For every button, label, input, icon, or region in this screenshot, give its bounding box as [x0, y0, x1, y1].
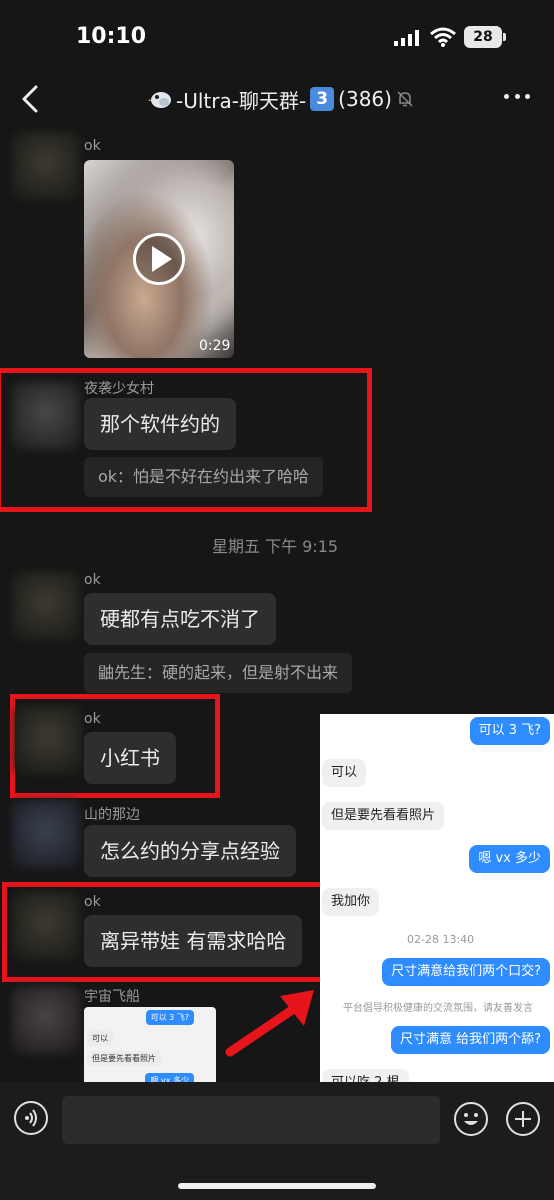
voice-waves [25, 1109, 37, 1127]
thumb-bubble: 可以 [87, 1031, 113, 1046]
sender-name: 宇宙飞船 [84, 989, 140, 1005]
play-triangle [152, 246, 172, 272]
sender-name: ok [84, 711, 101, 727]
overlay-bubble: 可以 3 飞? [469, 717, 550, 745]
group-number-badge: 3 [310, 87, 335, 111]
thumb-bubble: 但是要先看看照片 [87, 1051, 161, 1066]
message-input[interactable] [62, 1096, 440, 1144]
home-indicator[interactable] [178, 1183, 376, 1189]
add-attachment-icon[interactable] [506, 1102, 540, 1136]
timestamp: 星期五 下午 9:15 [212, 537, 339, 556]
sender-name: ok [84, 572, 101, 588]
message-bubble[interactable]: 小红书 [84, 732, 176, 784]
avatar[interactable] [12, 572, 80, 640]
video-duration: 0:29 [199, 338, 231, 354]
battery-tip [503, 33, 506, 41]
bird-emoji-icon [148, 92, 171, 108]
overlay-bubble: 尺寸满意 给我们两个舔? [390, 1026, 550, 1054]
more-options-icon[interactable] [504, 94, 530, 102]
image-message[interactable]: 可以 3 飞? 可以 但是要先看看照片 嗯 vx 多少 [84, 1007, 216, 1087]
message-bubble[interactable]: 那个软件约的 [84, 398, 236, 450]
avatar[interactable] [12, 800, 80, 868]
chat-title-text: -Ultra-聊天群- [176, 88, 307, 113]
overlay-bubble: 尺寸满意给我们两个口交? [382, 958, 550, 986]
member-count: (386) [338, 87, 392, 111]
overlay-bubble: 但是要先看看照片 [322, 802, 445, 830]
back-chevron-icon[interactable] [18, 84, 42, 114]
sender-name: ok [84, 894, 101, 910]
sender-name: ok [84, 138, 101, 154]
quoted-reply[interactable]: ok：怕是不好在约出来了哈哈 [84, 457, 324, 497]
cellular-signal-icon [394, 30, 419, 46]
avatar[interactable] [12, 892, 80, 960]
avatar[interactable] [12, 986, 80, 1054]
message-bubble[interactable]: 离异带娃 有需求哈哈 [84, 915, 303, 967]
chat-title[interactable]: -Ultra-聊天群- 3 (386) [148, 84, 414, 114]
thumb-bubble: 可以 3 飞? [145, 1010, 194, 1025]
red-arrow-icon [225, 990, 314, 1057]
sender-name: 山的那边 [84, 807, 140, 823]
overlay-bubble: 嗯 vx 多少 [469, 845, 550, 873]
battery-indicator: 28 [464, 26, 502, 48]
message-bubble[interactable]: 怎么约的分享点经验 [84, 825, 296, 877]
status-time: 10:10 [76, 24, 147, 49]
overlay-bubble: 我加你 [322, 888, 380, 916]
plus-symbol [515, 1111, 531, 1127]
emoji-icon[interactable] [454, 1102, 488, 1136]
quoted-reply[interactable]: 鼬先生：硬的起来，但是射不出来 [84, 653, 353, 693]
avatar[interactable] [12, 132, 80, 200]
overlay-bubble: 可以 [322, 759, 367, 787]
message-bubble[interactable]: 硬都有点吃不消了 [84, 593, 276, 645]
mute-bell-icon [397, 91, 413, 107]
voice-input-icon[interactable] [14, 1101, 48, 1135]
sender-name: 夜袭少女村 [84, 381, 154, 397]
overlay-timestamp: 02-28 13:40 [407, 933, 475, 946]
overlay-notice: 平台倡导积极健康的交流氛围，请友善发言 [343, 1003, 533, 1014]
avatar[interactable] [14, 706, 82, 774]
embedded-chat-screenshot: 可以 3 飞? 可以 但是要先看看照片 嗯 vx 多少 我加你 02-28 13… [320, 714, 554, 1110]
avatar[interactable] [12, 382, 80, 450]
emoji-face [464, 1113, 478, 1125]
wifi-icon [430, 27, 456, 47]
